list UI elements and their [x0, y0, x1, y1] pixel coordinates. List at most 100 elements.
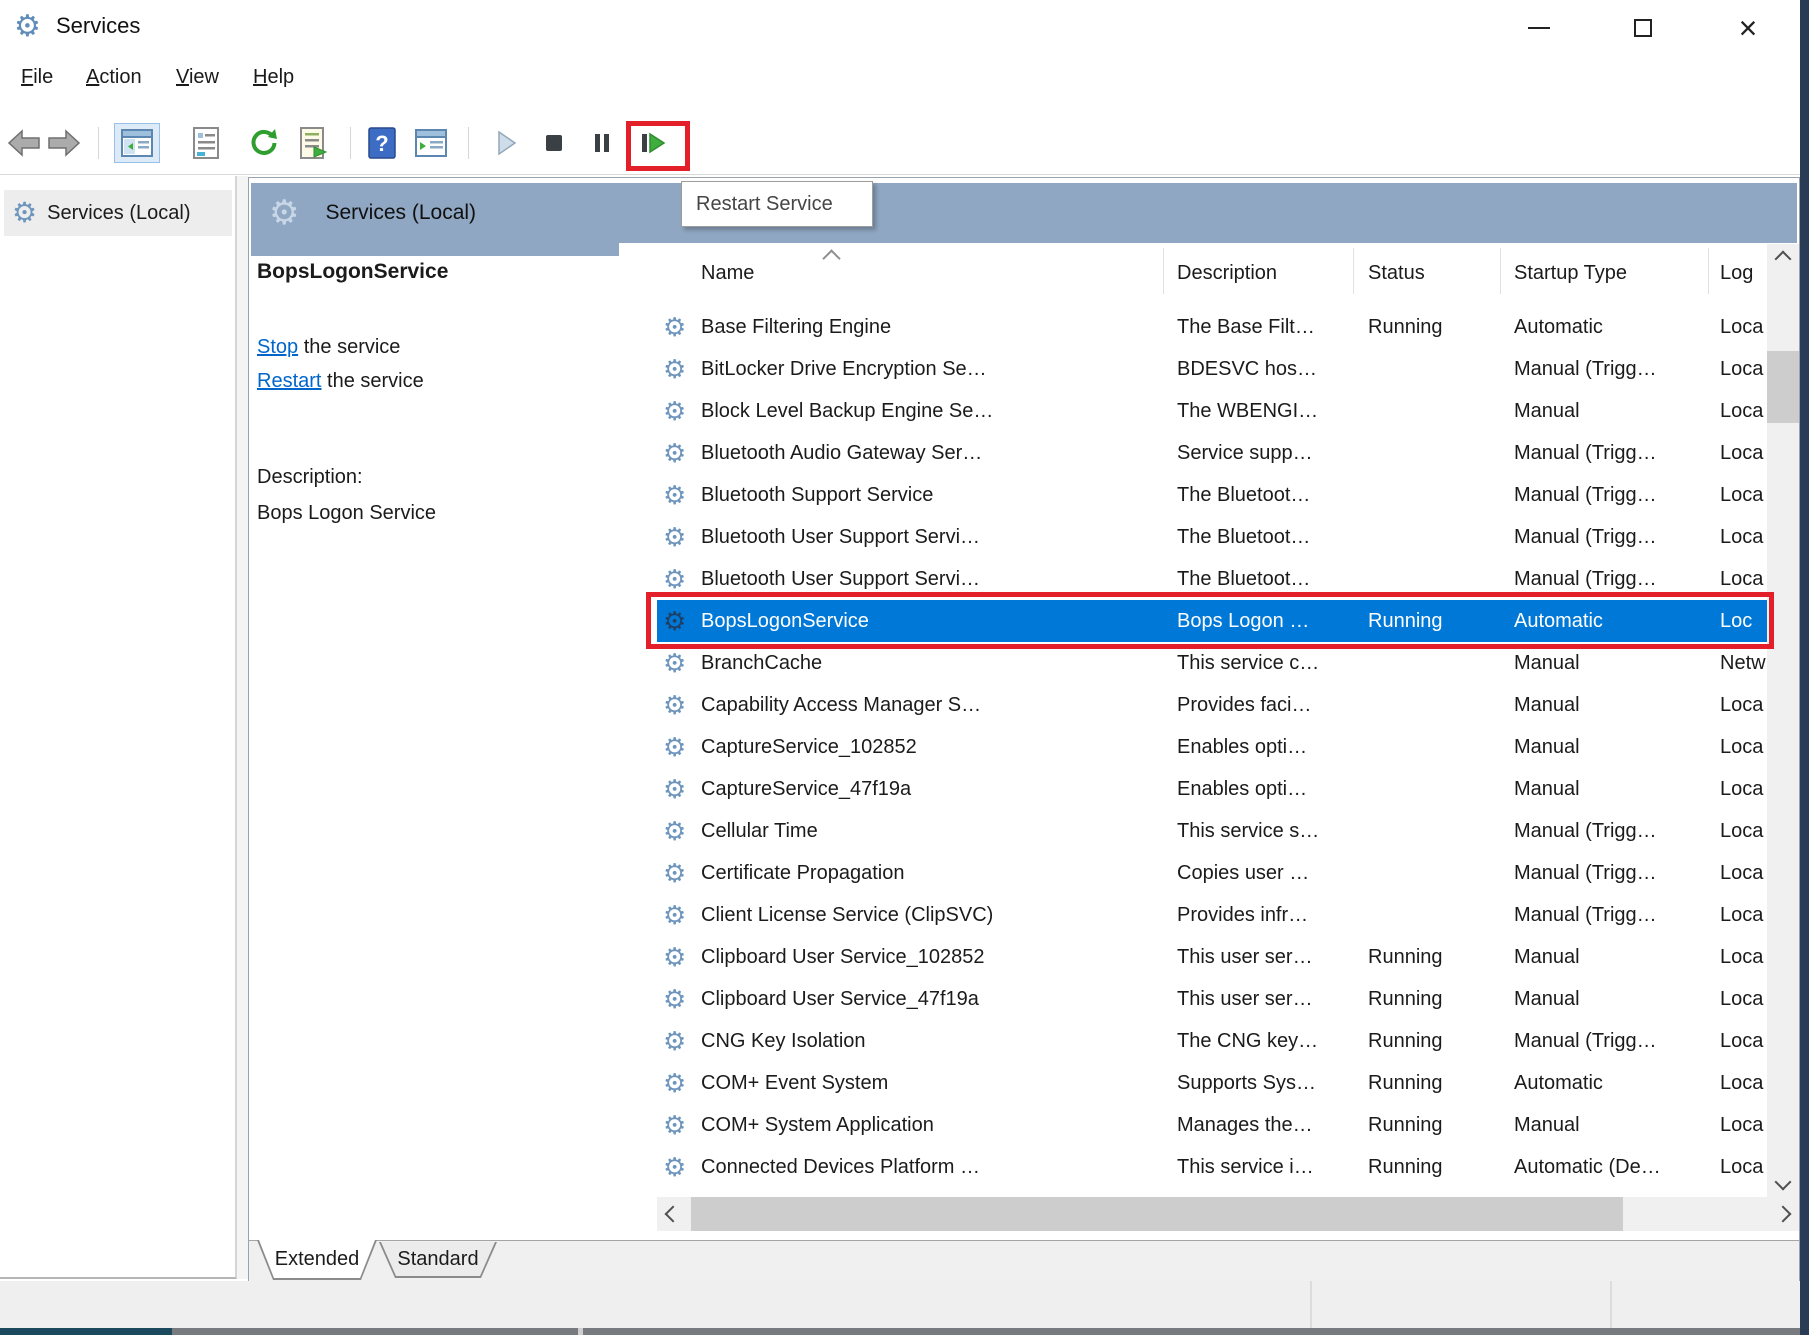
table-row[interactable]: ⚙CNG Key IsolationThe CNG key…RunningMan… — [657, 1020, 1767, 1062]
column-header-startup-type[interactable]: Startup Type — [1500, 262, 1708, 285]
taskbar-edge — [0, 1328, 1800, 1335]
panel-splitter[interactable] — [237, 176, 248, 1279]
close-button[interactable]: × — [1710, 0, 1786, 55]
cell-startup: Manual (Trigg… — [1500, 820, 1708, 843]
cell-logon: Loca — [1708, 904, 1767, 927]
show-hide-console-tree-button[interactable] — [114, 123, 160, 163]
table-row[interactable]: ⚙Clipboard User Service_102852This user … — [657, 936, 1767, 978]
title-bar: ⚙ Services × — [0, 0, 1809, 55]
service-gear-icon: ⚙ — [663, 818, 701, 844]
show-hide-action-pane-button[interactable] — [408, 123, 454, 163]
vertical-scrollbar-thumb[interactable] — [1767, 351, 1799, 423]
status-strip — [0, 1281, 1800, 1328]
description-value: Bops Logon Service — [257, 502, 436, 525]
table-row[interactable]: ⚙Cellular TimeThis service s…Manual (Tri… — [657, 810, 1767, 852]
forward-button[interactable] — [44, 123, 84, 163]
cell-startup: Manual — [1500, 778, 1708, 801]
table-row[interactable]: ⚙Bluetooth Support ServiceThe Bluetoot…M… — [657, 474, 1767, 516]
properties-button[interactable] — [186, 123, 226, 163]
column-header-name[interactable]: Name — [657, 262, 1163, 285]
cell-desc: The WBENGI… — [1163, 400, 1353, 423]
cell-startup: Manual — [1500, 988, 1708, 1011]
column-header-status[interactable]: Status — [1353, 262, 1500, 285]
table-row[interactable]: ⚙BitLocker Drive Encryption Se…BDESVC ho… — [657, 348, 1767, 390]
cell-name: ⚙Block Level Backup Engine Se… — [657, 398, 1163, 424]
column-header-description[interactable]: Description — [1163, 262, 1353, 285]
stop-service-button[interactable] — [534, 123, 574, 163]
cell-status: Running — [1353, 1072, 1500, 1095]
cell-name: ⚙Bluetooth User Support Servi… — [657, 524, 1163, 550]
table-row[interactable]: ⚙Certificate PropagationCopies user …Man… — [657, 852, 1767, 894]
cell-logon: Loca — [1708, 862, 1767, 885]
refresh-button[interactable] — [244, 123, 284, 163]
restart-service-link[interactable]: Restart — [257, 370, 321, 392]
minimize-button[interactable] — [1501, 0, 1577, 55]
cell-name: ⚙COM+ System Application — [657, 1112, 1163, 1138]
selected-service-name: BopsLogonService — [257, 260, 448, 284]
table-row[interactable]: ⚙COM+ System ApplicationManages the…Runn… — [657, 1104, 1767, 1146]
cell-logon: Loca — [1708, 778, 1767, 801]
cell-startup: Automatic — [1500, 316, 1708, 339]
column-header-log-on-as[interactable]: Log — [1708, 262, 1767, 285]
menu-help[interactable]: Help — [253, 66, 294, 89]
cell-logon: Loca — [1708, 1030, 1767, 1053]
cell-status: Running — [1353, 1030, 1500, 1053]
menu-file[interactable]: File — [21, 66, 53, 89]
cell-desc: Provides infr… — [1163, 904, 1353, 927]
cell-startup: Manual (Trigg… — [1500, 862, 1708, 885]
table-row[interactable]: ⚙COM+ Event SystemSupports Sys…RunningAu… — [657, 1062, 1767, 1104]
cell-status: Running — [1353, 1156, 1500, 1179]
pause-service-button[interactable] — [582, 123, 622, 163]
menu-view[interactable]: View — [176, 66, 219, 89]
cell-logon: Loca — [1708, 820, 1767, 843]
cell-logon: Loca — [1708, 1114, 1767, 1137]
service-gear-icon: ⚙ — [663, 860, 701, 886]
horizontal-scrollbar-thumb[interactable] — [691, 1197, 1623, 1231]
tree-item-services-local[interactable]: ⚙ Services (Local) — [4, 190, 232, 236]
console-tree-icon — [121, 129, 153, 157]
vertical-scrollbar[interactable] — [1767, 244, 1799, 1197]
export-list-button[interactable] — [294, 123, 334, 163]
cell-logon: Loca — [1708, 484, 1767, 507]
menu-bar: File Action View Help — [0, 55, 1809, 115]
cell-desc: This user ser… — [1163, 988, 1353, 1011]
scroll-right-button[interactable] — [1767, 1197, 1799, 1231]
cell-name: ⚙Client License Service (ClipSVC) — [657, 902, 1163, 928]
restart-button-annotation-box — [626, 121, 690, 171]
table-row[interactable]: ⚙CaptureService_47f19aEnables opti…Manua… — [657, 768, 1767, 810]
cell-name: ⚙Connected Devices Platform … — [657, 1154, 1163, 1180]
cell-name: ⚙BitLocker Drive Encryption Se… — [657, 356, 1163, 382]
table-row[interactable]: ⚙Client License Service (ClipSVC)Provide… — [657, 894, 1767, 936]
help-button[interactable]: ? — [362, 123, 402, 163]
chevron-up-icon — [1775, 251, 1792, 268]
table-row[interactable]: ⚙Bluetooth User Support Servi…The Blueto… — [657, 516, 1767, 558]
back-button[interactable] — [4, 123, 44, 163]
maximize-button[interactable] — [1605, 0, 1681, 55]
table-row[interactable]: ⚙Block Level Backup Engine Se…The WBENGI… — [657, 390, 1767, 432]
table-row[interactable]: ⚙Capability Access Manager S…Provides fa… — [657, 684, 1767, 726]
scroll-down-button[interactable] — [1767, 1167, 1799, 1197]
taskbar-edge-notch — [578, 1328, 583, 1335]
pause-icon — [589, 129, 615, 157]
export-list-icon — [298, 127, 330, 159]
scroll-left-button[interactable] — [657, 1197, 689, 1231]
service-gear-icon: ⚙ — [663, 692, 701, 718]
cell-desc: The Bluetoot… — [1163, 484, 1353, 507]
cell-startup: Automatic — [1500, 1072, 1708, 1095]
service-gear-icon: ⚙ — [663, 1028, 701, 1054]
help-icon: ? — [367, 127, 397, 159]
cell-startup: Manual — [1500, 400, 1708, 423]
toolbar-separator — [98, 127, 99, 159]
table-row[interactable]: ⚙Clipboard User Service_47f19aThis user … — [657, 978, 1767, 1020]
table-row[interactable]: ⚙Connected Devices Platform …This servic… — [657, 1146, 1767, 1188]
scroll-up-button[interactable] — [1767, 244, 1799, 274]
start-service-button[interactable] — [486, 123, 526, 163]
table-row[interactable]: ⚙CaptureService_102852Enables opti…Manua… — [657, 726, 1767, 768]
tab-extended[interactable]: Extended — [257, 1240, 377, 1280]
table-row[interactable]: ⚙Bluetooth Audio Gateway Ser…Service sup… — [657, 432, 1767, 474]
table-row[interactable]: ⚙Base Filtering EngineThe Base Filt…Runn… — [657, 306, 1767, 348]
tab-standard[interactable]: Standard — [379, 1242, 497, 1278]
stop-service-link[interactable]: Stop — [257, 336, 298, 358]
menu-action[interactable]: Action — [86, 66, 142, 89]
horizontal-scrollbar[interactable] — [657, 1197, 1799, 1231]
